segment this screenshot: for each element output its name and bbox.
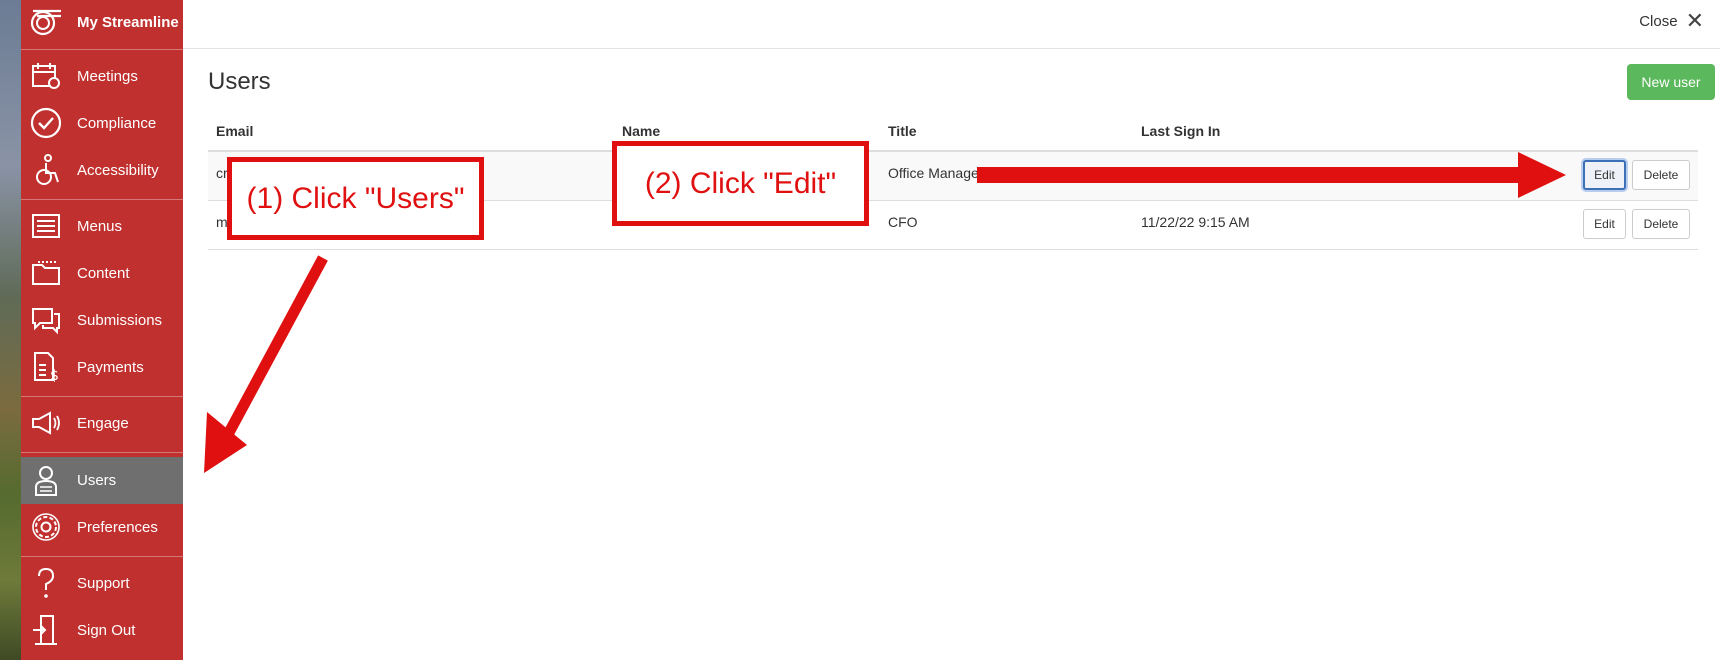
step2-callout: (2) Click "Edit"	[612, 141, 869, 226]
screen: My Streamline Meetings Compliance Access…	[0, 0, 1720, 660]
arrow-to-users	[204, 255, 328, 473]
step1-callout: (1) Click "Users"	[227, 157, 484, 240]
annotation-arrows	[204, 152, 1566, 473]
arrow-to-edit	[977, 152, 1566, 198]
